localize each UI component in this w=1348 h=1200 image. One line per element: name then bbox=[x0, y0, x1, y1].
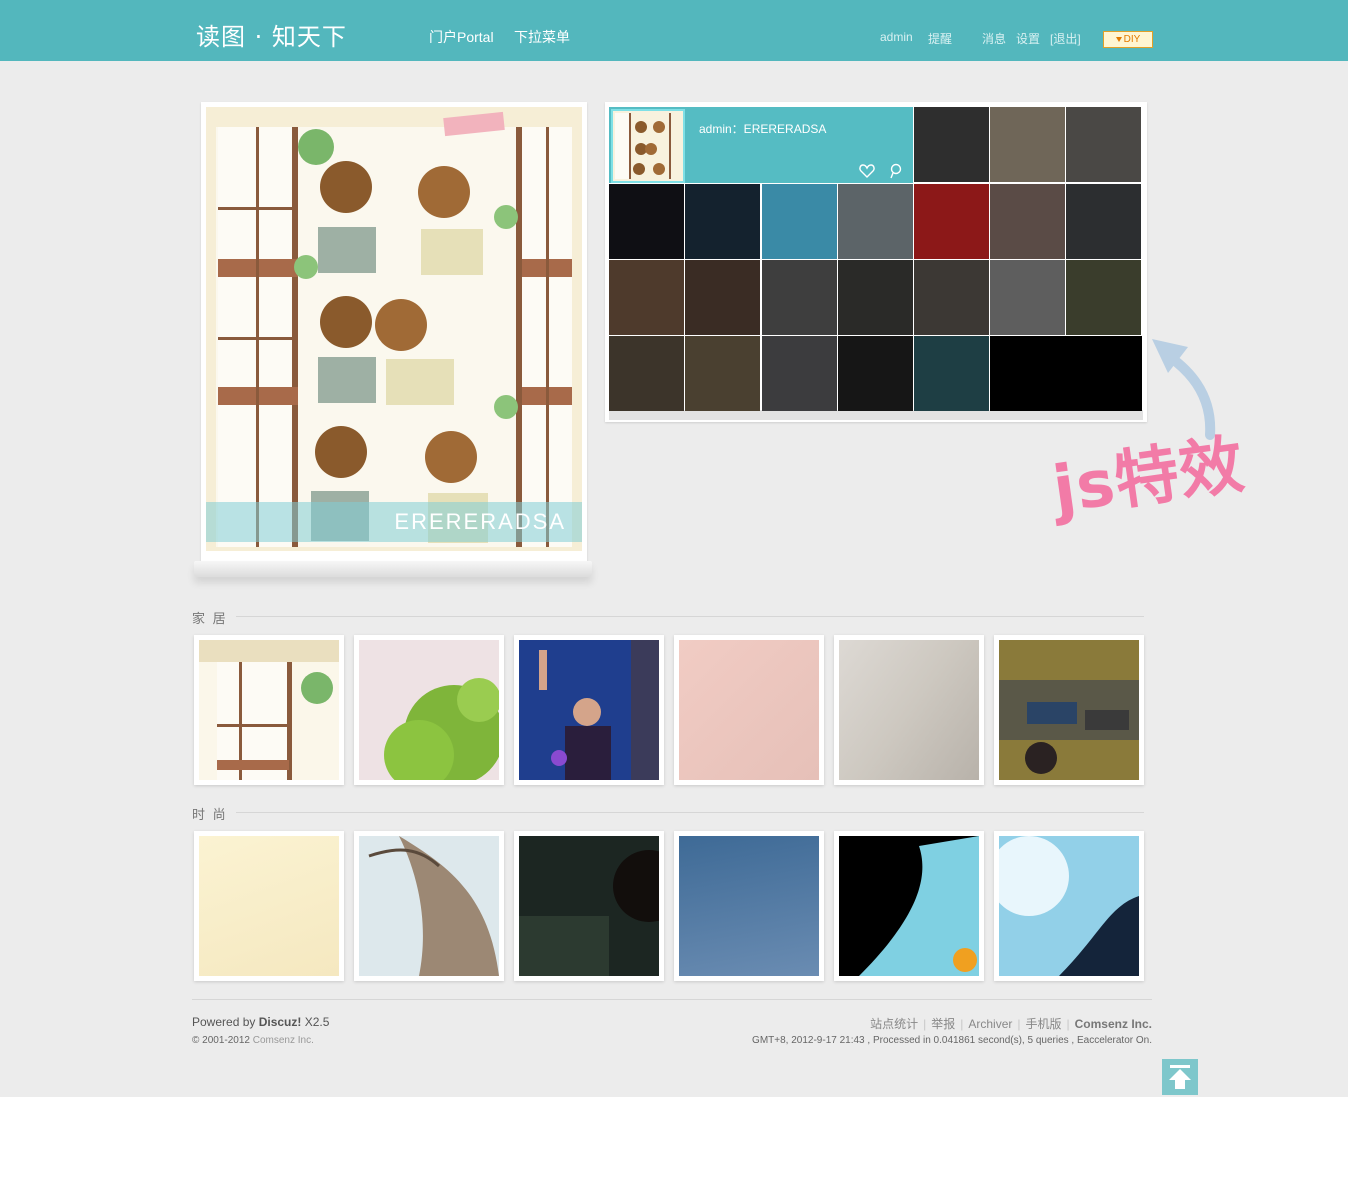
copyright-prefix: © 2001-2012 bbox=[192, 1035, 253, 1046]
footer-link-report[interactable]: 举报 bbox=[931, 1017, 955, 1031]
mosaic-tile[interactable] bbox=[838, 336, 913, 411]
user-name-link[interactable]: admin bbox=[880, 30, 913, 44]
thumbnail-street-illustration bbox=[999, 640, 1139, 780]
top-header: 读图 · 知天下 门户Portal 下拉菜单 admin 提醒 消息 设置 [退… bbox=[0, 0, 1348, 61]
mosaic-tile[interactable] bbox=[685, 260, 760, 335]
back-to-top-icon bbox=[1169, 1065, 1191, 1089]
mosaic-tile[interactable] bbox=[838, 184, 913, 259]
remind-link[interactable]: 提醒 bbox=[928, 30, 952, 47]
discuz-link[interactable]: Discuz! bbox=[259, 1015, 302, 1029]
mosaic-tile[interactable] bbox=[990, 184, 1065, 259]
download-arrow-icon bbox=[1115, 37, 1122, 42]
mosaic-tile[interactable] bbox=[609, 336, 684, 411]
mosaic-tile[interactable] bbox=[685, 184, 760, 259]
settings-link[interactable]: 设置 bbox=[1016, 30, 1040, 47]
feature-caption-text: ERERERADSA bbox=[394, 509, 566, 534]
footer-link-company[interactable]: Comsenz Inc. bbox=[1075, 1017, 1152, 1031]
mosaic-bottom-bar bbox=[609, 410, 1143, 420]
mosaic-tile[interactable] bbox=[762, 260, 837, 335]
thumbnail-window-illustration bbox=[199, 640, 339, 780]
photo-thumbnail[interactable] bbox=[994, 635, 1144, 785]
mosaic-tile[interactable] bbox=[838, 260, 913, 335]
footer-stats: GMT+8, 2012-9-17 21:43 , Processed in 0.… bbox=[752, 1035, 1152, 1046]
mosaic-tile[interactable] bbox=[914, 107, 989, 182]
thumbnail-wave-illustration bbox=[839, 836, 979, 976]
section-title-fashion: 时 尚 bbox=[192, 807, 228, 822]
photo-thumbnail[interactable] bbox=[354, 831, 504, 981]
photo-thumbnail[interactable] bbox=[834, 635, 984, 785]
photo-thumbnail[interactable] bbox=[994, 831, 1144, 981]
mosaic-tile[interactable] bbox=[1066, 107, 1141, 182]
mosaic-tile[interactable] bbox=[914, 260, 989, 335]
nav-dropdown-menu[interactable]: 下拉菜单 bbox=[514, 27, 570, 47]
copyright-company-link[interactable]: Comsenz Inc. bbox=[253, 1035, 314, 1046]
photo-thumbnail[interactable] bbox=[514, 831, 664, 981]
footer-link-mobile[interactable]: 手机版 bbox=[1026, 1017, 1062, 1031]
thumbnail-blue-portrait-illustration bbox=[999, 836, 1139, 976]
mosaic-tile[interactable] bbox=[685, 336, 760, 411]
logout-link[interactable]: [退出] bbox=[1050, 30, 1081, 47]
thumbnail-dark-portrait-illustration bbox=[519, 836, 659, 976]
photo-thumbnail[interactable] bbox=[194, 831, 344, 981]
mosaic-tile[interactable] bbox=[609, 260, 684, 335]
footer-divider bbox=[192, 999, 1152, 1000]
back-to-top-button[interactable] bbox=[1162, 1059, 1198, 1095]
footer-separator: | bbox=[923, 1017, 927, 1031]
active-item-thumbnail[interactable] bbox=[611, 109, 685, 183]
site-logo[interactable]: 读图 · 知天下 bbox=[196, 17, 347, 52]
thumbnail-hair-illustration bbox=[359, 836, 499, 976]
active-item-title[interactable]: admin：ERERERADSA bbox=[699, 120, 826, 137]
thumbnail-tree-illustration bbox=[359, 640, 499, 780]
mosaic-tile[interactable] bbox=[609, 184, 684, 259]
powered-version: X2.5 bbox=[301, 1015, 330, 1029]
active-thumbnail-illustration bbox=[613, 111, 683, 181]
photo-thumbnail[interactable] bbox=[834, 831, 984, 981]
footer-separator: | bbox=[1017, 1017, 1021, 1031]
section-divider bbox=[236, 812, 1144, 813]
thumbnail-singer-illustration bbox=[519, 640, 659, 780]
powered-prefix: Powered by bbox=[192, 1015, 259, 1029]
feature-illustration bbox=[206, 107, 582, 551]
mosaic-tile[interactable] bbox=[914, 336, 989, 411]
photo-thumbnail[interactable] bbox=[514, 635, 664, 785]
messages-link[interactable]: 消息 bbox=[982, 30, 1006, 47]
footer-links: 站点统计 | 举报 | Archiver | 手机版 | Comsenz Inc. bbox=[870, 1015, 1152, 1032]
diy-button[interactable]: DIY bbox=[1103, 31, 1153, 48]
photo-thumbnail[interactable] bbox=[674, 831, 824, 981]
mosaic-tile[interactable] bbox=[1066, 260, 1141, 335]
mosaic-tile[interactable] bbox=[762, 336, 837, 411]
photo-thumbnail[interactable] bbox=[674, 635, 824, 785]
mosaic-tile[interactable] bbox=[762, 184, 837, 259]
footer-link-archiver[interactable]: Archiver bbox=[968, 1017, 1012, 1031]
feature-image[interactable] bbox=[206, 107, 582, 551]
copyright: © 2001-2012 Comsenz Inc. bbox=[192, 1035, 314, 1046]
heart-icon[interactable] bbox=[858, 162, 876, 180]
mosaic-tile[interactable] bbox=[990, 107, 1065, 182]
footer-separator: | bbox=[960, 1017, 964, 1031]
section-title-home: 家 居 bbox=[192, 611, 228, 626]
section-divider bbox=[236, 616, 1144, 617]
mosaic-tile[interactable] bbox=[990, 336, 1142, 411]
mosaic-tile[interactable] bbox=[914, 184, 989, 259]
photo-thumbnail[interactable] bbox=[194, 635, 344, 785]
nav-portal[interactable]: 门户Portal bbox=[429, 27, 494, 47]
mosaic-tile[interactable] bbox=[1066, 184, 1141, 259]
mosaic-tile[interactable] bbox=[990, 260, 1065, 335]
diy-label: DIY bbox=[1123, 34, 1141, 45]
feature-shelf bbox=[194, 561, 592, 577]
footer-link-stats[interactable]: 站点统计 bbox=[870, 1017, 918, 1031]
pin-icon[interactable] bbox=[887, 162, 905, 180]
footer-separator: | bbox=[1066, 1017, 1070, 1031]
feature-caption: ERERERADSA bbox=[206, 502, 582, 542]
powered-by: Powered by Discuz! X2.5 bbox=[192, 1015, 329, 1029]
photo-thumbnail[interactable] bbox=[354, 635, 504, 785]
